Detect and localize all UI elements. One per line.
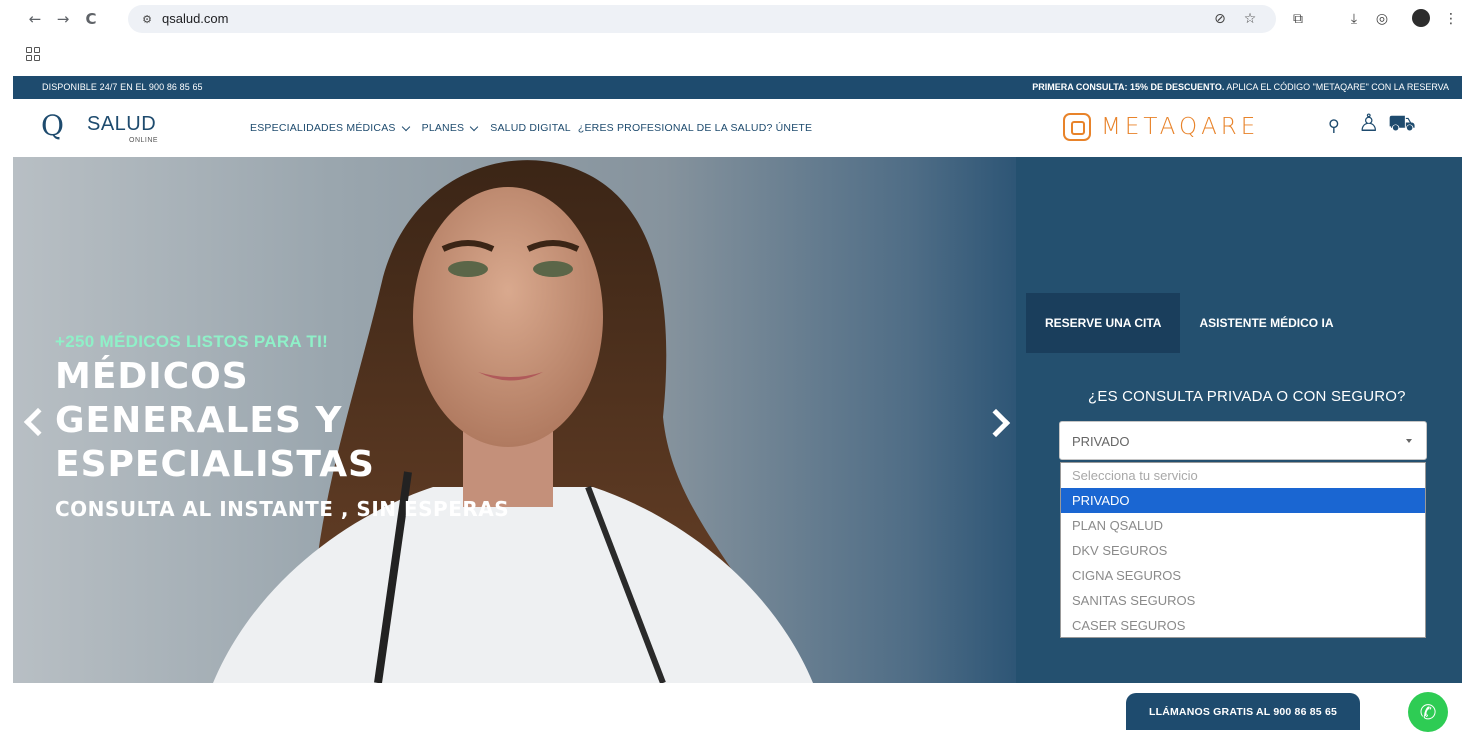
menu-item-unete[interactable]: ¿ERES PROFESIONAL DE LA SALUD? ÚNETE: [578, 122, 812, 134]
url-text[interactable]: qsalud.com: [162, 11, 228, 26]
announcement-bar: DISPONIBLE 24/7 EN EL 900 86 85 65 PRIME…: [13, 76, 1462, 99]
tab-reserve[interactable]: RESERVE UNA CITA: [1026, 293, 1181, 353]
hero-title: MÉDICOS GENERALES Y ESPECIALISTAS: [55, 355, 375, 487]
chevron-down-icon: [470, 122, 479, 132]
service-select[interactable]: PRIVADO: [1059, 421, 1427, 460]
more-menu-icon[interactable]: ⋮: [1441, 9, 1461, 29]
option-sanitas[interactable]: SANITAS SEGUROS: [1061, 588, 1425, 613]
metaqare-text: METAQARE: [1101, 114, 1260, 140]
select-value: PRIVADO: [1072, 434, 1130, 449]
menu-item-especialidades[interactable]: ESPECIALIDADES MÉDICAS: [250, 122, 415, 134]
main-menu: ESPECIALIDADES MÉDICAS PLANES SALUD DIGI…: [250, 122, 812, 134]
hero-banner: +250 MÉDICOS LISTOS PARA TI! MÉDICOS GEN…: [13, 157, 1462, 683]
promo-rest: APLICA EL CÓDIGO "METAQARE" CON LA RESER…: [1224, 82, 1449, 92]
site-info-icon[interactable]: ⚙: [138, 9, 156, 29]
star-icon[interactable]: ☆: [1240, 9, 1260, 29]
promo-bold: PRIMERA CONSULTA: 15% DE DESCUENTO.: [1032, 82, 1225, 92]
phone-availability-text: DISPONIBLE 24/7 EN EL 900 86 85 65: [42, 82, 203, 92]
download-icon[interactable]: ⤓: [1344, 9, 1364, 29]
menu-item-planes[interactable]: PLANES: [422, 122, 484, 134]
metaqare-logo[interactable]: METAQARE: [1063, 112, 1259, 142]
option-privado[interactable]: PRIVADO: [1061, 488, 1425, 513]
tab-asistente-ia[interactable]: ASISTENTE MÉDICO IA: [1180, 293, 1352, 353]
logo-q: Q: [41, 109, 64, 142]
metaqare-mark-icon: [1063, 113, 1091, 141]
hero-subtitle: +250 MÉDICOS LISTOS PARA TI!: [55, 332, 329, 351]
eye-off-icon[interactable]: ⊘: [1210, 9, 1230, 29]
whatsapp-icon[interactable]: ✆: [1408, 692, 1448, 732]
consultation-type-question: ¿ES CONSULTA PRIVADA O CON SEGURO?: [1088, 388, 1406, 405]
reload-icon[interactable]: C: [80, 8, 102, 30]
call-free-button[interactable]: LLÁMANOS GRATIS AL 900 86 85 65: [1126, 693, 1360, 730]
caret-down-icon: [1406, 439, 1412, 443]
hero-title-line-3: ESPECIALISTAS: [55, 444, 375, 485]
option-caser[interactable]: CASER SEGUROS: [1061, 613, 1425, 638]
next-slide-icon[interactable]: [981, 408, 1011, 438]
profile-icon[interactable]: ◎: [1372, 9, 1392, 29]
menu-item-salud-digital[interactable]: SALUD DIGITAL: [490, 122, 571, 134]
prev-slide-icon[interactable]: [23, 407, 53, 437]
logo-salud: SALUD: [87, 113, 157, 135]
hero-tagline: CONSULTA AL INSTANTE , SIN ESPERAS: [55, 497, 510, 521]
site-header: Q SALUD ONLINE ESPECIALIDADES MÉDICAS PL…: [13, 99, 1462, 157]
logo-online: ONLINE: [129, 137, 159, 144]
address-bar[interactable]: [128, 5, 1276, 33]
qsalud-logo[interactable]: Q SALUD ONLINE: [41, 109, 181, 147]
user-icon[interactable]: ♙: [1358, 109, 1380, 137]
option-cigna[interactable]: CIGNA SEGUROS: [1061, 563, 1425, 588]
back-icon[interactable]: ←: [24, 8, 46, 30]
extensions-icon[interactable]: ⧉: [1288, 9, 1308, 29]
avatar[interactable]: [1412, 9, 1430, 27]
apps-grid-icon[interactable]: [26, 47, 40, 61]
option-dkv[interactable]: DKV SEGUROS: [1061, 538, 1425, 563]
option-plan-qsalud[interactable]: PLAN QSALUD: [1061, 513, 1425, 538]
cart-icon[interactable]: ⛟: [1388, 111, 1416, 139]
hero-title-line-2: GENERALES Y: [55, 400, 343, 441]
option-placeholder[interactable]: Selecciona tu servicio: [1061, 463, 1425, 488]
forward-icon[interactable]: →: [52, 8, 74, 30]
promo-text: PRIMERA CONSULTA: 15% DE DESCUENTO. APLI…: [1032, 82, 1449, 92]
booking-tabs: RESERVE UNA CITA ASISTENTE MÉDICO IA: [1026, 293, 1352, 353]
search-icon[interactable]: ⚲: [1328, 116, 1340, 135]
chevron-down-icon: [401, 122, 410, 132]
hero-title-line-1: MÉDICOS: [55, 356, 249, 397]
service-dropdown: Selecciona tu servicio PRIVADO PLAN QSAL…: [1060, 462, 1426, 638]
browser-chrome: ← → C ⚙ qsalud.com ⊘ ☆ ⧉ ⤓ ◎ ⋮: [0, 0, 1468, 76]
